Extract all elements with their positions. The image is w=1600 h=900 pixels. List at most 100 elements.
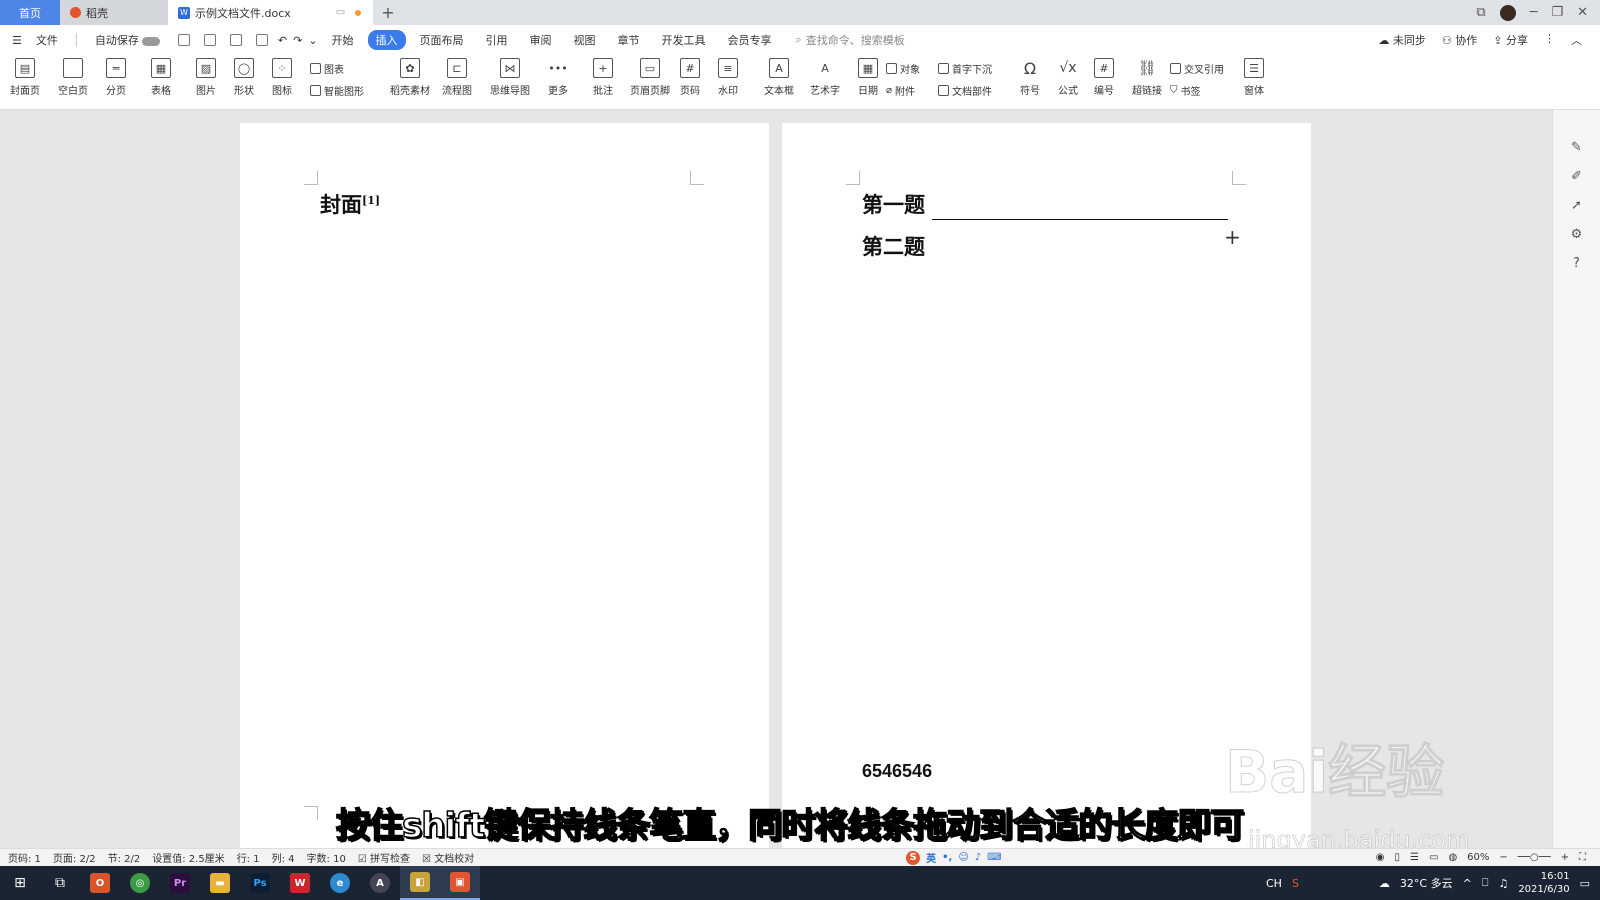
taskbar-app-wps[interactable]: W	[280, 866, 320, 900]
symbol-button[interactable]: Ω 符号	[1020, 58, 1040, 98]
page-1[interactable]: 封面[1]	[240, 123, 769, 850]
web-view-icon[interactable]: ◍	[1448, 852, 1457, 863]
page2-bottom-number[interactable]: 6546546	[862, 761, 932, 782]
cover-page-button[interactable]: ▤ 封面页	[10, 58, 40, 97]
taskbar-app-chrome[interactable]: ◎	[120, 866, 160, 900]
zoom-slider[interactable]: ──○──	[1518, 852, 1551, 863]
redo-icon[interactable]: ↷	[293, 34, 302, 47]
question-2[interactable]: 第二题	[862, 231, 925, 261]
spellcheck-button[interactable]: ☑ 拼写检查	[358, 850, 410, 865]
tray-lang[interactable]: CH	[1266, 877, 1282, 890]
select-cursor-icon[interactable]: ➚	[1571, 198, 1582, 213]
outline-view-icon[interactable]: ☰	[1410, 852, 1419, 863]
command-search[interactable]: ⌕ 查找命令、搜索模板	[796, 32, 905, 48]
print-preview-icon[interactable]	[255, 34, 268, 46]
status-wordcount[interactable]: 字数: 10	[307, 850, 346, 865]
form-button[interactable]: ☰ 窗体	[1244, 58, 1264, 97]
date-button[interactable]: ▦ 日期	[858, 58, 878, 97]
close-button[interactable]: ✕	[1577, 5, 1588, 20]
tab-daoke[interactable]: 稻壳	[60, 0, 168, 25]
menu-chapter[interactable]: 章节	[610, 30, 648, 50]
tray-expand-icon[interactable]: ^	[1463, 877, 1472, 890]
daoke-material-button[interactable]: ✿ 稻壳素材	[390, 58, 430, 97]
status-pages[interactable]: 页面: 2/2	[53, 850, 96, 865]
comment-button[interactable]: + 批注	[593, 58, 613, 97]
settings-sliders-icon[interactable]: ⚙	[1571, 227, 1583, 242]
flowchart-button[interactable]: ⊏ 流程图	[442, 58, 472, 97]
taskbar-app-browser[interactable]: e	[320, 866, 360, 900]
task-view-button[interactable]: ⧉	[40, 866, 80, 900]
object-button[interactable]: 对象	[886, 61, 920, 76]
wordart-button[interactable]: A 艺术字	[810, 58, 840, 98]
menu-member[interactable]: 会员专享	[720, 30, 780, 50]
textbox-button[interactable]: A 文本框	[764, 58, 794, 97]
notification-icon[interactable]: ▭	[1580, 877, 1590, 890]
taskbar-app-explorer[interactable]: ▬	[200, 866, 240, 900]
restore-button[interactable]: ❐	[1551, 5, 1563, 20]
icon-button[interactable]: ⁘ 图标	[272, 58, 292, 97]
shape-button[interactable]: ◯ 形状	[234, 58, 254, 97]
taskbar-app-a[interactable]: A	[360, 866, 400, 900]
collapse-ribbon-icon[interactable]: ︿	[1571, 32, 1582, 48]
avatar[interactable]	[1499, 4, 1516, 21]
tray-volume-icon[interactable]: ♫	[1498, 877, 1508, 890]
mindmap-button[interactable]: ⋈ 思维导图	[490, 58, 530, 97]
autosave-toggle[interactable]	[141, 36, 160, 46]
ime-emoji-icon[interactable]: ☺	[958, 852, 968, 863]
hyperlink-button[interactable]: ⛓ 超链接	[1132, 58, 1162, 97]
crossref-button[interactable]: 交叉引用	[1170, 61, 1224, 76]
format-painter-icon[interactable]	[203, 34, 216, 46]
menu-reference[interactable]: 引用	[478, 30, 516, 50]
page-break-button[interactable]: ═ 分页	[106, 58, 126, 97]
collab-button[interactable]: ⚇ 协作	[1442, 32, 1477, 48]
footnote-ref[interactable]: [1]	[362, 194, 380, 207]
numbering-button[interactable]: # 编号	[1094, 58, 1114, 97]
menu-developer[interactable]: 开发工具	[654, 30, 714, 50]
tray-sogou-icon[interactable]: S	[1292, 877, 1299, 890]
zoom-value[interactable]: 60%	[1467, 852, 1489, 863]
menu-insert[interactable]: 插入	[367, 30, 406, 50]
smartart-button[interactable]: 智能图形	[310, 83, 364, 98]
drawn-underline[interactable]	[932, 219, 1228, 220]
menu-file[interactable]: 文件	[28, 30, 66, 50]
undo-icon[interactable]: ↶	[278, 34, 287, 47]
status-page[interactable]: 页码: 1	[8, 850, 41, 865]
ime-toolbar[interactable]: S 英 •, ☺ ♪ ⌨	[906, 850, 1002, 865]
page-number-button[interactable]: # 页码	[680, 58, 700, 97]
layout-icon[interactable]: ⧉	[1476, 5, 1485, 20]
formula-button[interactable]: √x 公式	[1058, 58, 1078, 97]
eye-protection-icon[interactable]: ◉	[1376, 852, 1385, 863]
tray-weather[interactable]: 32°C 多云	[1400, 875, 1453, 891]
watermark-button[interactable]: ≡ 水印	[718, 58, 738, 97]
customize-chevron-icon[interactable]: ⌄	[308, 34, 317, 47]
menu-review[interactable]: 审阅	[522, 30, 560, 50]
menu-page-layout[interactable]: 页面布局	[412, 30, 472, 50]
attachment-button[interactable]: ⌀ 附件	[886, 83, 915, 98]
question-1[interactable]: 第一题	[862, 189, 925, 219]
taskbar-app-photoshop[interactable]: Ps	[240, 866, 280, 900]
pen-icon[interactable]: ✐	[1571, 169, 1582, 184]
status-section[interactable]: 节: 2/2	[108, 850, 141, 865]
taskbar-app-premiere[interactable]: Pr	[160, 866, 200, 900]
fullscreen-icon[interactable]: ⛶	[1579, 852, 1586, 863]
docparts-button[interactable]: 文档部件	[938, 83, 992, 98]
help-icon[interactable]: ?	[1573, 256, 1580, 271]
ime-mic-icon[interactable]: ♪	[975, 852, 981, 863]
print-icon[interactable]	[229, 34, 242, 46]
share-button[interactable]: ⇪ 分享	[1493, 32, 1528, 48]
picture-button[interactable]: ▨ 图片	[196, 58, 216, 97]
proofread-button[interactable]: ☒ 文档校对	[422, 850, 474, 865]
table-button[interactable]: ▦ 表格	[151, 58, 171, 97]
ime-punct-icon[interactable]: •,	[942, 852, 952, 863]
tray-network-icon[interactable]: ⎕	[1482, 876, 1489, 890]
ime-keyboard-icon[interactable]: ⌨	[987, 852, 1001, 863]
read-mode-icon[interactable]: ▭	[1429, 852, 1438, 863]
status-setting[interactable]: 设置值: 2.5厘米	[152, 850, 224, 865]
header-footer-button[interactable]: ▭ 页眉页脚	[630, 58, 670, 97]
menu-view[interactable]: 视图	[566, 30, 604, 50]
monitor-icon[interactable]: ▭	[336, 7, 345, 18]
taskbar-app-capture[interactable]: ◧	[400, 866, 440, 900]
more-vertical-icon[interactable]: ⋮	[1544, 32, 1555, 48]
page1-cover-title[interactable]: 封面[1]	[320, 189, 380, 219]
menu-start[interactable]: 开始	[324, 30, 362, 50]
